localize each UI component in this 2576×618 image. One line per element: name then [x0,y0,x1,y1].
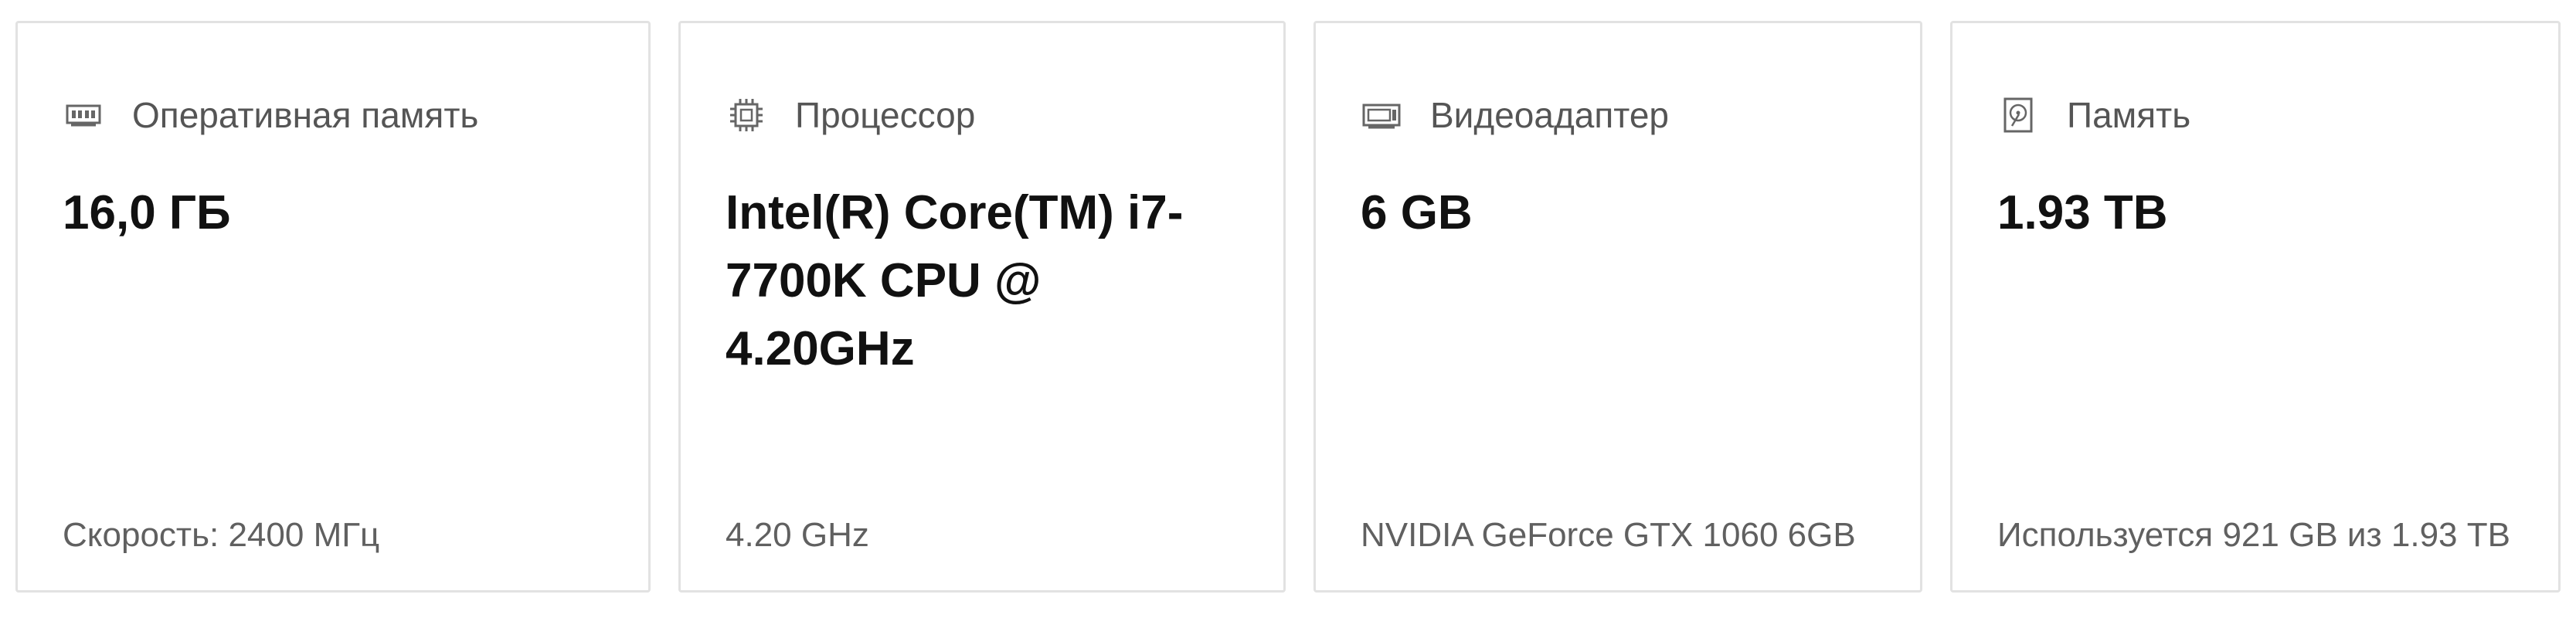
storage-card-value: 1.93 TB [1997,186,2168,239]
display-adapter-card-detail: NVIDIA GeForce GTX 1060 6GB [1361,516,1856,554]
display-adapter-card-label: Видеоадаптер [1430,95,1670,135]
storage-card-detail: Используется 921 GB из 1.93 TB [1997,516,2510,554]
memory-card-detail: Скорость: 2400 МГц [63,516,380,554]
storage-card-label: Память [2067,95,2191,135]
display-adapter-card: Видеоадаптер 6 GB NVIDIA GeForce GTX 106… [1313,21,1922,593]
storage-drive-icon [1997,94,2039,136]
storage-card: Память 1.93 TB Используется 921 GB из 1.… [1950,21,2561,593]
processor-card-header: Процессор [726,88,975,142]
processor-card-value: Intel(R) Core(TM) i7-7700K CPU @ 4.20GHz [726,186,1184,375]
processor-card-label: Процессор [795,95,976,135]
hardware-summary-cards: Оперативная память 16,0 ГБ Скорость: 240… [0,0,2576,618]
processor-card-detail: 4.20 GHz [726,516,869,554]
display-adapter-card-header: Видеоадаптер [1361,88,1669,142]
memory-card: Оперативная память 16,0 ГБ Скорость: 240… [15,21,651,593]
memory-card-label: Оперативная память [132,95,479,135]
memory-card-header: Оперативная память [63,88,478,142]
processor-card: Процессор Intel(R) Core(TM) i7-7700K CPU… [678,21,1286,593]
memory-card-value: 16,0 ГБ [63,186,231,239]
processor-icon [726,94,767,136]
memory-icon [63,94,104,136]
display-adapter-card-value: 6 GB [1361,186,1473,239]
storage-card-header: Память [1997,88,2190,142]
display-adapter-icon [1361,94,1402,136]
